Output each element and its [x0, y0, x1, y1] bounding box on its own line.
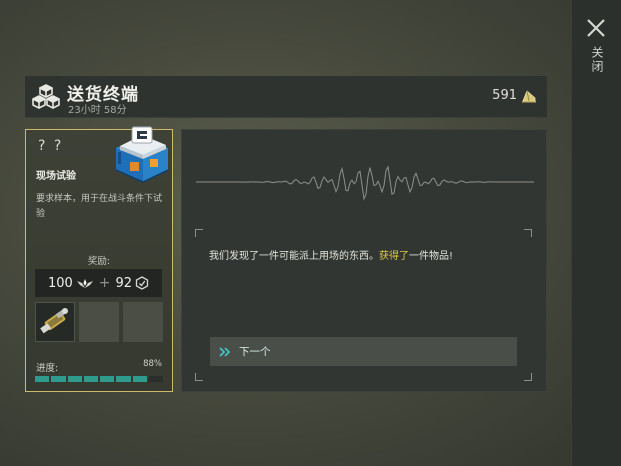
- progress-segment: [67, 376, 82, 382]
- currency-value: 591: [492, 88, 517, 103]
- reward-row: 100 + 92: [35, 269, 162, 297]
- reward-plus: +: [98, 275, 111, 291]
- dialog-text-start: 我们发现了一件可能派上用场的东西。: [209, 251, 379, 262]
- close-icon: [587, 19, 605, 37]
- reward-main-value: 100: [47, 275, 73, 291]
- weapon-part-icon: [40, 308, 68, 334]
- frame-corner: [195, 229, 203, 237]
- mission-card[interactable]: ? ? 现场试验 要求样本，用于在战斗条件下试验 奖励: 100 + 92 进度…: [25, 126, 173, 392]
- reward-secondary-value: 92: [115, 275, 133, 291]
- item-slot-empty: [123, 302, 163, 342]
- dialog-text-end: 一件物品!: [409, 251, 454, 262]
- item-slot[interactable]: [35, 302, 75, 342]
- close-button[interactable]: [584, 16, 608, 40]
- dialog-box: 我们发现了一件可能派上用场的东西。获得了一件物品! 下一个: [195, 229, 532, 381]
- close-label[interactable]: 关闭: [588, 46, 604, 74]
- progress-segment: [100, 376, 115, 382]
- progress-bar: [35, 376, 163, 382]
- frame-corner: [195, 373, 203, 381]
- cubes-icon: [32, 84, 60, 109]
- reward-label: 奖励:: [87, 256, 111, 267]
- voice-waveform: [196, 165, 534, 201]
- currency-display: 591: [492, 88, 537, 103]
- dialog-highlight: 获得了: [379, 251, 409, 262]
- dialog-message: 我们发现了一件可能派上用场的东西。获得了一件物品!: [209, 247, 453, 262]
- progress-percent: 88%: [143, 359, 162, 369]
- progress-segment: [116, 376, 131, 382]
- alloy-icon: [522, 89, 536, 102]
- item-slot-empty: [79, 302, 119, 342]
- frame-corner: [524, 229, 532, 237]
- supply-crate-icon: [115, 126, 169, 183]
- progress-segment: [83, 376, 98, 382]
- double-chevron-right-icon: [219, 346, 231, 357]
- progress-label: 进度:: [36, 363, 59, 374]
- progress-segment: [148, 376, 163, 382]
- progress-segment: [132, 376, 147, 382]
- unknown-mark: ? ?: [38, 138, 64, 154]
- timer-text: 23小时 58分: [68, 105, 127, 116]
- mission-description: 要求样本，用于在战斗条件下试验: [36, 194, 163, 219]
- reputation-icon: [135, 276, 149, 290]
- progress-segment: [51, 376, 66, 382]
- mission-name: 现场试验: [36, 171, 76, 182]
- next-button-label: 下一个: [239, 346, 271, 358]
- rank-wings-icon: [76, 279, 93, 288]
- progress-segment: [35, 376, 50, 382]
- next-button[interactable]: 下一个: [210, 337, 517, 366]
- frame-corner: [524, 373, 532, 381]
- terminal-header: 送货终端 23小时 58分 591: [25, 76, 547, 118]
